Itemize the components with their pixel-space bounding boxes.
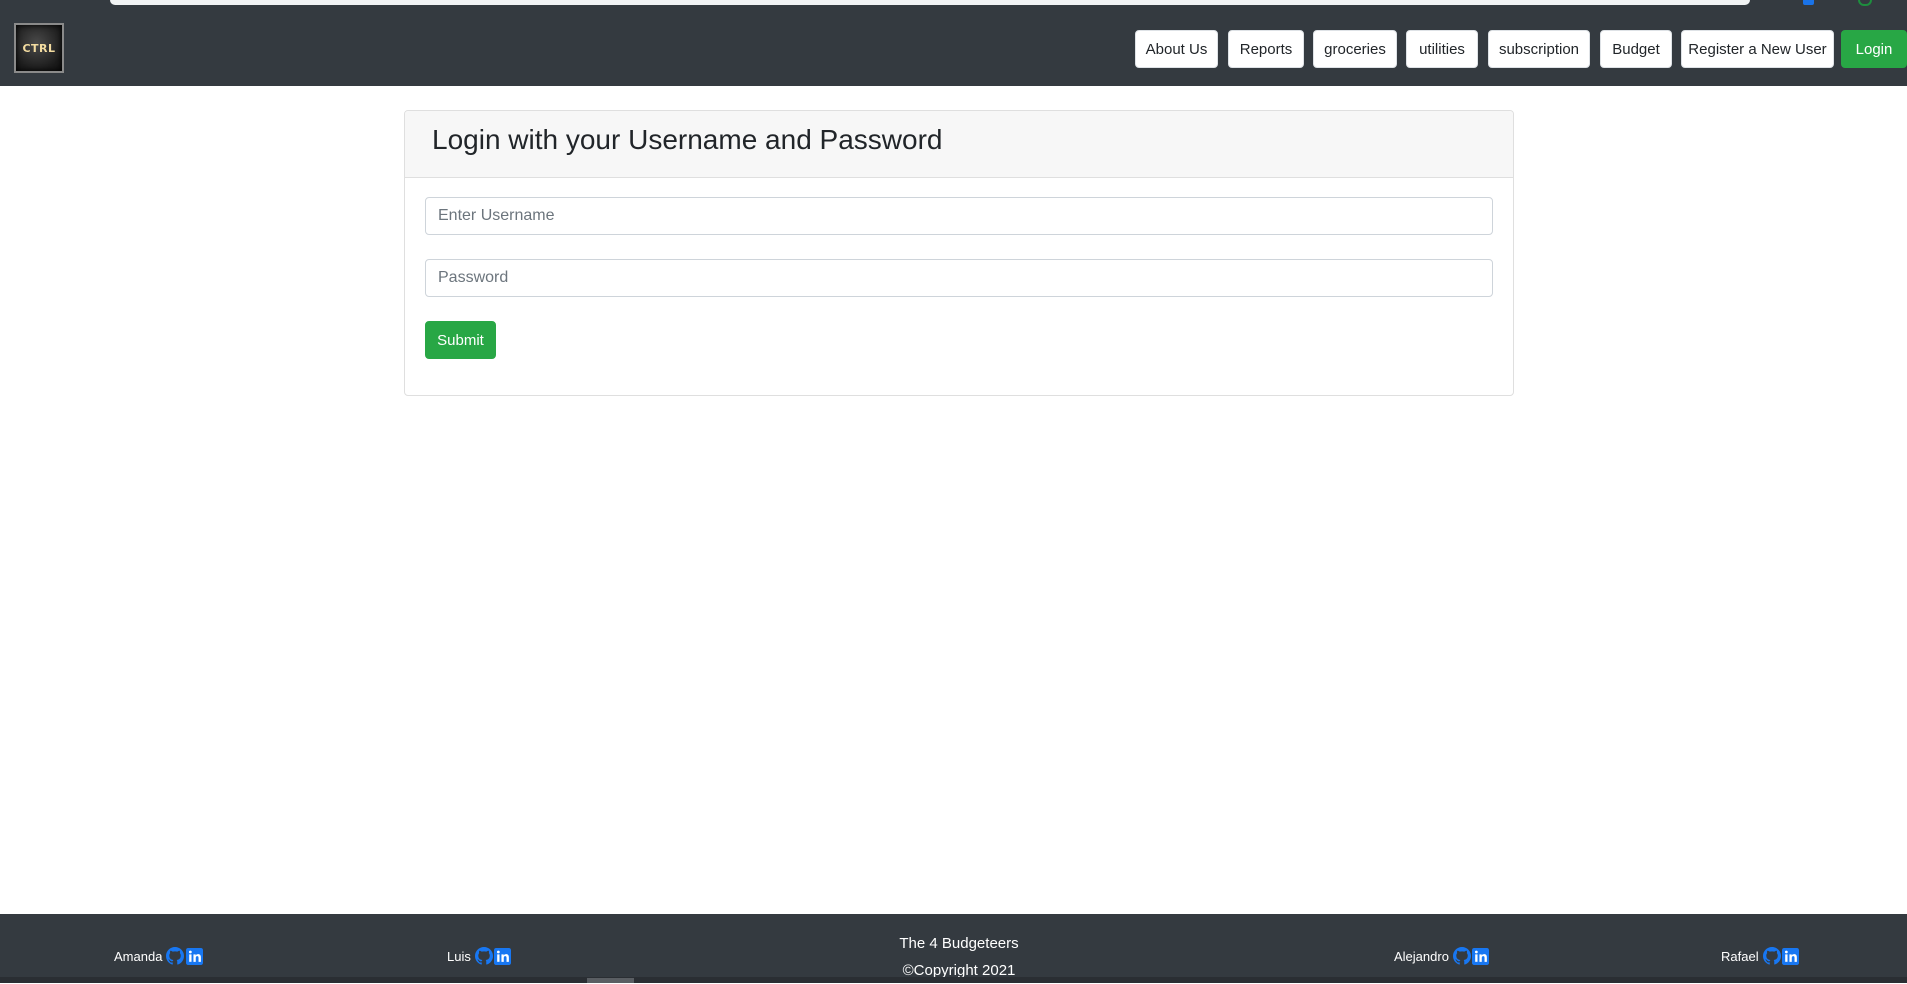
nav-groceries-button[interactable]: groceries — [1313, 30, 1397, 68]
navbar: CTRL About Us Reports groceries utilitie… — [0, 11, 1907, 86]
login-card-header: Login with your Username and Password — [405, 111, 1513, 178]
login-card: Login with your Username and Password Su… — [404, 110, 1514, 396]
nav-budget-button[interactable]: Budget — [1600, 30, 1672, 68]
linkedin-icon[interactable] — [1782, 947, 1800, 965]
member-name: Luis — [447, 948, 471, 964]
browser-extension-icon[interactable] — [1803, 0, 1814, 5]
linkedin-icon[interactable] — [494, 947, 512, 965]
footer: Amanda Luis The 4 Budgeteers ©Copyright … — [0, 914, 1907, 983]
browser-address-bar-edge — [110, 0, 1750, 5]
member-rafael: Rafael — [1721, 946, 1800, 966]
submit-button[interactable]: Submit — [425, 321, 496, 359]
nav-reports-button[interactable]: Reports — [1228, 30, 1304, 68]
github-icon[interactable] — [474, 947, 493, 965]
ctrl-logo[interactable]: CTRL — [14, 23, 64, 73]
nav-about-us-button[interactable]: About Us — [1135, 30, 1218, 68]
scrollbar-handle[interactable] — [587, 978, 634, 983]
nav-login-button[interactable]: Login — [1841, 30, 1907, 68]
linkedin-icon[interactable] — [185, 947, 203, 965]
member-luis: Luis — [447, 946, 512, 966]
browser-profile-icon[interactable] — [1858, 0, 1872, 6]
team-name: The 4 Budgeteers — [899, 935, 1019, 952]
member-name: Amanda — [114, 948, 163, 964]
github-icon[interactable] — [1762, 947, 1781, 965]
browser-top-strip — [0, 0, 1907, 11]
member-alejandro: Alejandro — [1394, 946, 1490, 966]
github-icon[interactable] — [1452, 947, 1471, 965]
member-name: Rafael — [1721, 948, 1759, 964]
member-name: Alejandro — [1394, 948, 1449, 964]
nav-register-button[interactable]: Register a New User — [1681, 30, 1834, 68]
login-title: Login with your Username and Password — [432, 124, 943, 155]
window-bottom-edge — [0, 977, 1907, 983]
github-icon[interactable] — [166, 947, 185, 965]
member-amanda: Amanda — [114, 946, 203, 966]
nav-subscription-button[interactable]: subscription — [1488, 30, 1590, 68]
linkedin-icon[interactable] — [1472, 947, 1490, 965]
logo-text: CTRL — [22, 41, 56, 55]
username-input[interactable] — [425, 197, 1493, 235]
footer-credits: The 4 Budgeteers ©Copyright 2021 — [850, 930, 1068, 984]
password-input[interactable] — [425, 259, 1493, 297]
nav-utilities-button[interactable]: utilities — [1406, 30, 1478, 68]
